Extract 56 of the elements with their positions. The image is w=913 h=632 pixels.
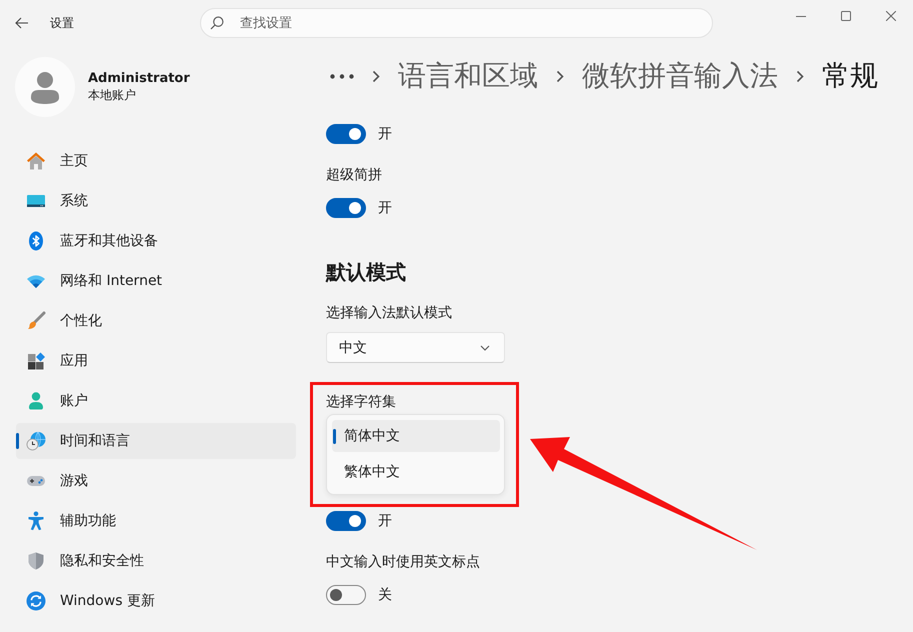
paintbrush-icon: [26, 311, 46, 331]
maximize-icon: [840, 11, 850, 21]
setting-label: 超级简拼: [326, 166, 383, 185]
dropdown[interactable]: 中文: [326, 332, 505, 363]
nav-item[interactable]: 系统: [16, 183, 296, 219]
toggle-state-label: 开: [378, 512, 392, 531]
avatar-icon: [15, 57, 75, 117]
toggle-switch[interactable]: [326, 198, 366, 218]
toggle-state-label: 开: [378, 199, 392, 218]
chevron-right-icon: [796, 70, 804, 82]
person-icon: [26, 391, 46, 411]
menu-option[interactable]: 简体中文: [332, 420, 500, 452]
section-heading: 默认模式: [326, 259, 407, 286]
nav-item[interactable]: 网络和 Internet: [16, 263, 296, 299]
more-icon[interactable]: [330, 74, 354, 78]
chevron-right-icon: [556, 70, 564, 82]
accent-bar-icon: [16, 433, 19, 449]
breadcrumb-item: 常规: [822, 58, 878, 94]
setting-label: 选择字符集: [326, 393, 397, 412]
nav-item[interactable]: 游戏: [16, 463, 296, 499]
setting-label: 中文输入时使用英文标点: [326, 553, 481, 572]
app-tiles-icon: [26, 351, 46, 371]
accessibility-icon: [26, 511, 46, 531]
chevron-right-icon: [372, 70, 380, 82]
breadcrumb-item[interactable]: 语言和区域: [398, 56, 538, 96]
account-type: 本地账户: [88, 87, 137, 104]
toggle-switch[interactable]: [326, 124, 366, 144]
sync-icon: [26, 591, 46, 611]
nav-item[interactable]: Windows 更新: [16, 583, 296, 619]
toggle-state-label: 关: [378, 586, 392, 605]
back-arrow-icon: [15, 17, 29, 29]
shield-icon: [26, 551, 46, 571]
nav-item[interactable]: 账户: [16, 383, 296, 419]
nav-item[interactable]: 蓝牙和其他设备: [16, 223, 296, 259]
selection-bar-icon: [333, 429, 336, 444]
search-field[interactable]: 查找设置: [200, 8, 713, 38]
toggle-state-label: 开: [378, 125, 392, 144]
nav-item[interactable]: 个性化: [16, 303, 296, 339]
nav-item[interactable]: 辅助功能: [16, 503, 296, 539]
nav-item[interactable]: 隐私和安全性: [16, 543, 296, 579]
nav-item[interactable]: 时间和语言: [16, 423, 296, 459]
close-icon: [886, 11, 896, 21]
bluetooth-icon: [26, 231, 46, 251]
toggle-switch[interactable]: [326, 511, 366, 531]
nav-item[interactable]: 主页: [16, 143, 296, 179]
chevron-down-icon: [480, 344, 490, 350]
menu-option[interactable]: 繁体中文: [332, 456, 500, 488]
window-title: 设置: [50, 14, 74, 32]
toggle-switch[interactable]: [326, 585, 366, 605]
breadcrumb-item[interactable]: 微软拼音输入法: [582, 56, 778, 96]
search-icon: [210, 16, 224, 30]
account-name: Administrator: [88, 70, 190, 87]
nav-item[interactable]: 应用: [16, 343, 296, 379]
setting-label: 选择输入法默认模式: [326, 304, 453, 323]
globe-clock-icon: [26, 431, 46, 451]
home-icon: [26, 151, 46, 171]
